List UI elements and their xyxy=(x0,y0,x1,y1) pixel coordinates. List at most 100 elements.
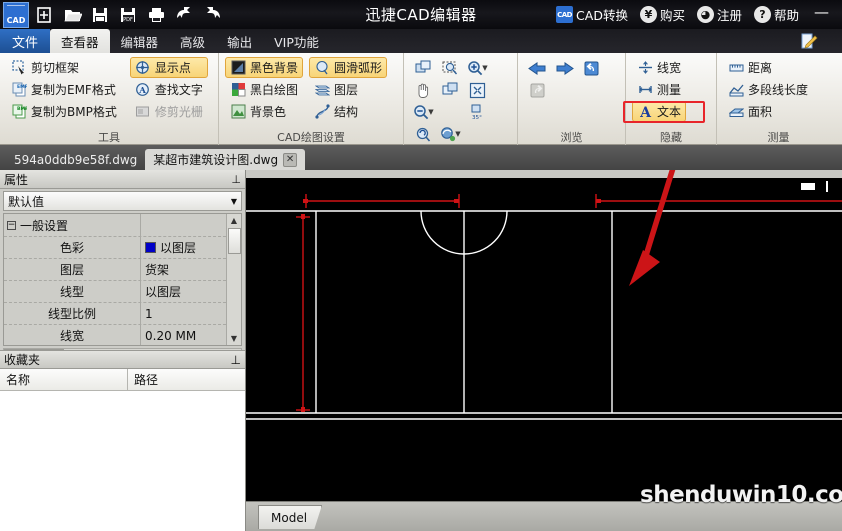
distance-label: 距离 xyxy=(748,61,773,75)
document-tab-1-label: 594a0ddb9e58f.dwg xyxy=(14,152,138,167)
redo-icon[interactable] xyxy=(199,2,225,27)
zoom-window-icon[interactable] xyxy=(410,57,437,79)
app-logo-icon: CAD xyxy=(3,1,29,28)
zoom-dynamic-icon[interactable]: ▼ xyxy=(437,123,464,145)
save-pdf-icon[interactable]: PDF xyxy=(115,2,141,27)
polyline-length-button[interactable]: 多段线长度 xyxy=(723,79,813,100)
favorites-list[interactable] xyxy=(0,391,245,531)
print-icon[interactable] xyxy=(143,2,169,27)
crop-frame-button[interactable]: 剪切框架 xyxy=(6,57,122,78)
zoom-previous-icon[interactable] xyxy=(437,79,464,101)
forward-arrow-icon[interactable] xyxy=(551,57,578,79)
zoom-out-icon[interactable]: ▼ xyxy=(410,101,437,123)
background-color-button[interactable]: 背景色 xyxy=(225,101,303,122)
text-button[interactable]: A 文本 xyxy=(632,101,687,122)
zoom-out-caret-icon[interactable]: ▼ xyxy=(428,108,433,116)
trim-raster-icon xyxy=(135,104,151,120)
edit-pencil-icon[interactable] xyxy=(800,32,820,50)
scroll-up-icon[interactable]: ▲ xyxy=(228,214,241,227)
copy-emf-button[interactable]: EMF 复制为EMF格式 xyxy=(6,79,122,100)
undo-icon[interactable] xyxy=(171,2,197,27)
scroll-thumb[interactable] xyxy=(227,228,241,254)
property-value[interactable]: 货架 xyxy=(140,258,226,281)
zoom-extents-icon[interactable] xyxy=(464,79,491,101)
property-value[interactable]: 0.20 MM xyxy=(140,324,226,345)
zoom-in-caret-icon[interactable]: ▼ xyxy=(482,64,487,72)
minimize-button[interactable]: — xyxy=(807,3,836,27)
menu-item-advanced[interactable]: 高级 xyxy=(169,29,216,53)
menu-item-viewer[interactable]: 查看器 xyxy=(50,29,110,53)
properties-group-row[interactable]: − 一般设置 xyxy=(4,214,226,236)
help-button[interactable]: ? 帮助 xyxy=(750,5,803,24)
open-icon[interactable] xyxy=(59,2,85,27)
black-background-button[interactable]: 黑色背景 xyxy=(225,57,304,78)
register-button[interactable]: ◕ 注册 xyxy=(693,5,746,24)
table-row[interactable]: 线宽 0.20 MM xyxy=(4,324,226,345)
favorites-col-name[interactable]: 名称 xyxy=(0,369,128,390)
zoom-in-icon[interactable]: ▼ xyxy=(464,57,491,79)
table-row[interactable]: 线型 以图层 xyxy=(4,280,226,303)
table-row[interactable]: 线型比例 1 xyxy=(4,302,226,325)
menu-item-editor[interactable]: 编辑器 xyxy=(110,29,170,53)
smooth-arc-label: 圆滑弧形 xyxy=(334,61,383,75)
lineweight-button[interactable]: 线宽 xyxy=(632,57,686,78)
monochrome-button[interactable]: 黑白绘图 xyxy=(225,79,303,100)
undo-view-icon[interactable] xyxy=(578,57,605,79)
layers-button[interactable]: 图层 xyxy=(309,79,387,100)
properties-panel-title: 属性 xyxy=(4,172,29,187)
drawing-canvas[interactable]: 系统之家 XITONGZHIJIA.NET xyxy=(246,170,842,531)
back-arrow-icon[interactable] xyxy=(524,57,551,79)
menu-item-vip[interactable]: VIP功能 xyxy=(263,29,330,53)
zoom-select-icon[interactable] xyxy=(437,57,464,79)
rotate-35-icon[interactable]: 35° xyxy=(464,101,491,123)
copy-bmp-button[interactable]: BMP 复制为BMP格式 xyxy=(6,101,122,122)
properties-group-key: − 一般设置 xyxy=(4,217,140,234)
close-icon[interactable]: ✕ xyxy=(283,152,298,167)
pan-hand-icon[interactable] xyxy=(410,79,437,101)
model-tab[interactable]: Model xyxy=(258,505,323,529)
pin-icon[interactable]: ⊥ xyxy=(231,173,241,186)
collapse-icon[interactable]: − xyxy=(7,220,16,230)
cad-convert-button[interactable]: CAD CAD转换 xyxy=(552,5,632,24)
yen-icon: ¥ xyxy=(639,6,657,23)
ribbon-group-browse: 浏览 xyxy=(517,53,625,145)
new-icon[interactable] xyxy=(31,2,57,27)
menu-item-output[interactable]: 输出 xyxy=(216,29,263,53)
area-button[interactable]: 面积 xyxy=(723,101,813,122)
zoom-dynamic-caret-icon[interactable]: ▼ xyxy=(455,130,460,138)
lineweight-label: 线宽 xyxy=(657,61,682,75)
find-text-button[interactable]: A 查找文字 xyxy=(130,79,208,100)
trim-raster-label: 修剪光栅 xyxy=(154,105,203,119)
zoom-refresh-icon[interactable] xyxy=(410,123,437,145)
table-row[interactable]: 图层 货架 xyxy=(4,258,226,281)
document-tab-1[interactable]: 594a0ddb9e58f.dwg xyxy=(6,149,145,170)
measure-button[interactable]: 测量 xyxy=(632,79,686,100)
save-icon[interactable] xyxy=(87,2,113,27)
document-tab-2[interactable]: 某超市建筑设计图.dwg ✕ xyxy=(145,149,306,170)
buy-button[interactable]: ¥ 购买 xyxy=(636,5,689,24)
structure-button[interactable]: 结构 xyxy=(309,101,387,122)
monochrome-label: 黑白绘图 xyxy=(250,83,299,97)
show-point-button[interactable]: 显示点 xyxy=(129,57,208,78)
properties-vertical-scrollbar[interactable]: ▲ ▼ xyxy=(226,214,241,345)
menu-item-file[interactable]: 文件 xyxy=(0,29,51,53)
distance-button[interactable]: 距离 xyxy=(723,57,813,78)
smooth-arc-button[interactable]: 圆滑弧形 xyxy=(309,57,388,78)
scroll-down-icon[interactable]: ▼ xyxy=(228,332,241,345)
properties-selector[interactable]: 默认值 ▼ xyxy=(3,191,242,211)
annotation-arrow xyxy=(629,170,676,286)
document-tab-2-label: 某超市建筑设计图.dwg xyxy=(153,153,279,167)
property-key: 线宽 xyxy=(59,329,84,343)
property-value[interactable]: 1 xyxy=(140,302,226,325)
title-bar: CAD PDF 迅捷CAD编辑器 CAD CAD转换 ¥ 购买 ◕ 注册 ? 帮… xyxy=(0,0,842,29)
background-color-label: 背景色 xyxy=(250,105,287,119)
chevron-down-icon[interactable]: ▼ xyxy=(231,197,237,206)
property-value[interactable]: 以图层 xyxy=(140,280,226,303)
quick-access-toolbar: CAD PDF xyxy=(0,1,225,28)
question-icon: ? xyxy=(753,6,771,23)
ribbon-group-label-cad-settings: CAD绘图设置 xyxy=(277,131,345,144)
property-value-cell[interactable]: 以图层 xyxy=(140,236,226,259)
favorites-col-path[interactable]: 路径 xyxy=(128,369,164,390)
pin-icon[interactable]: ⊥ xyxy=(231,353,241,367)
table-row[interactable]: 色彩 以图层 xyxy=(4,236,226,259)
